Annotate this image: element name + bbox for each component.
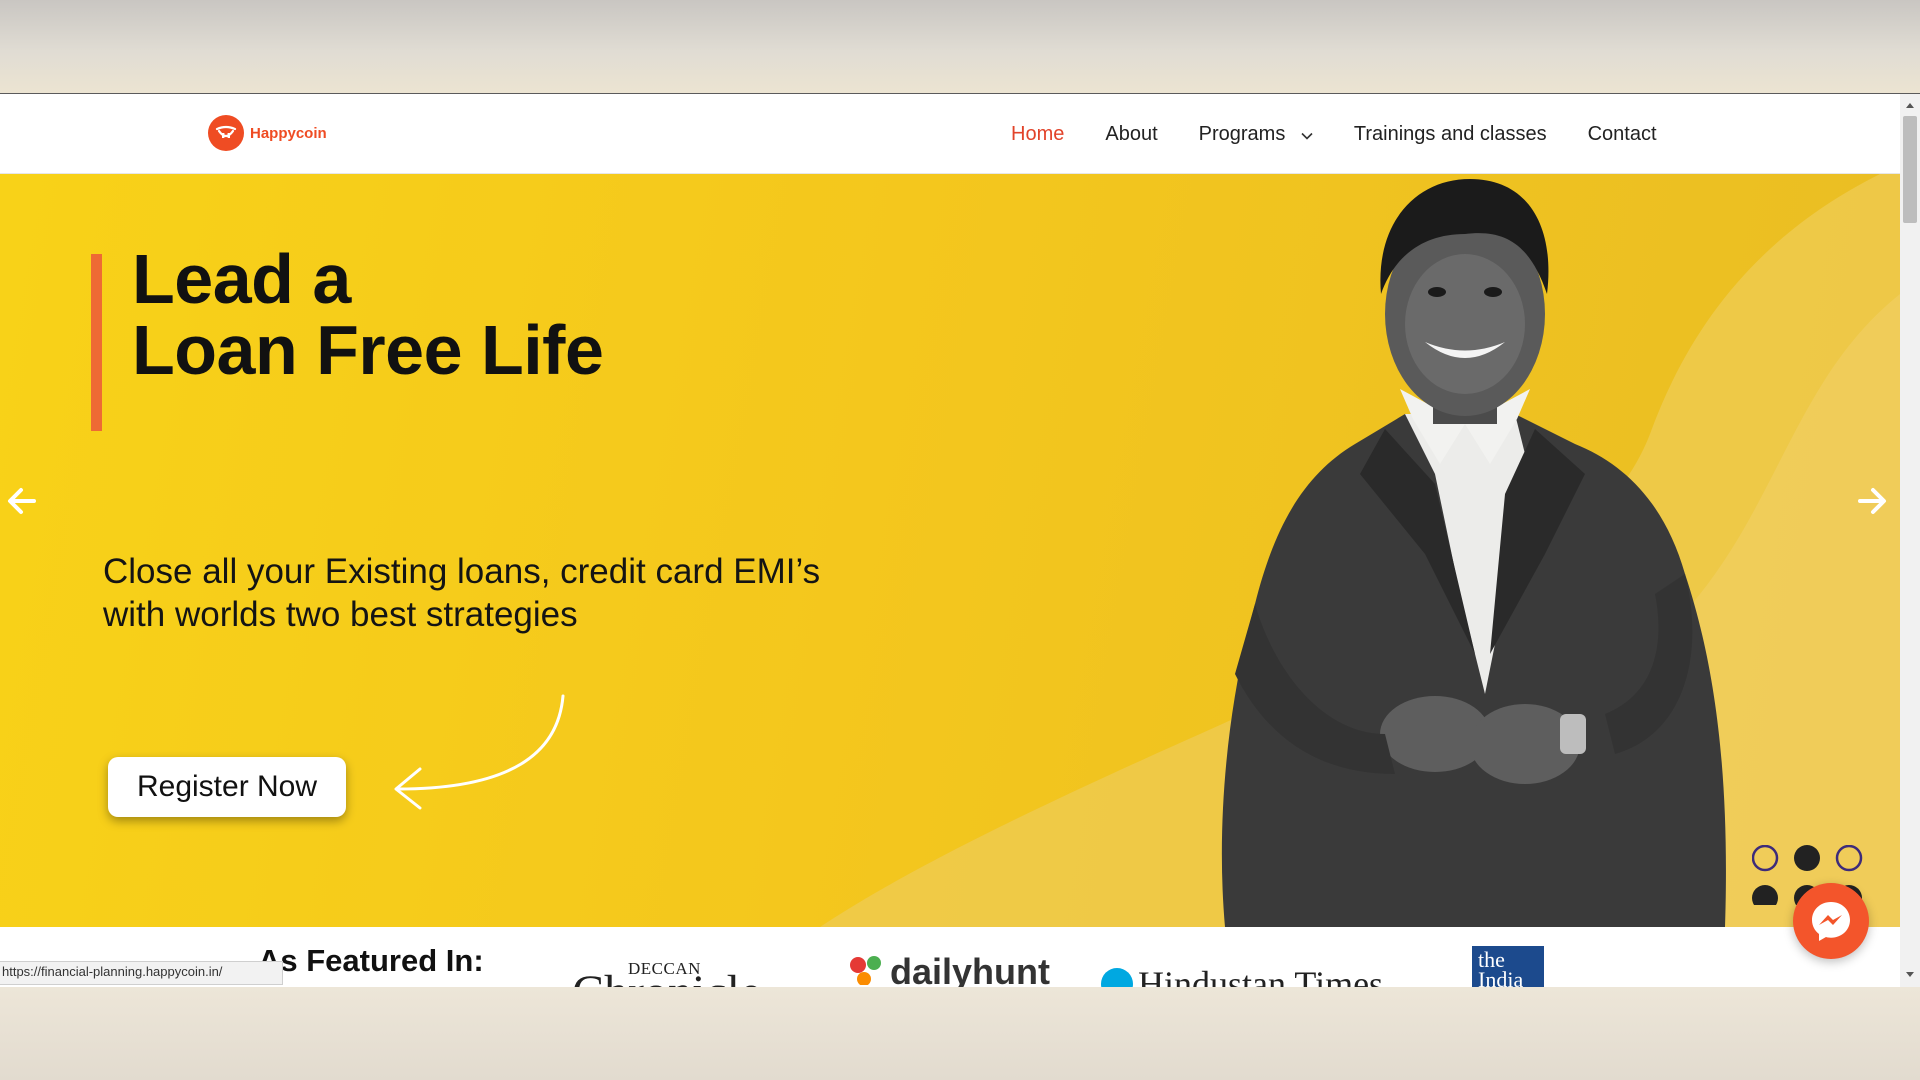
status-bar-url: https://financial-planning.happycoin.in/	[0, 961, 283, 985]
nav-contact[interactable]: Contact	[1588, 123, 1657, 146]
desktop-background-bottom	[0, 986, 1920, 1080]
hero-title: Lead a Loan Free Life	[132, 244, 604, 389]
hindustan-times-logo: Hindustan Times	[1100, 964, 1383, 987]
scroll-down-icon[interactable]	[1900, 966, 1920, 984]
scroll-up-icon[interactable]	[1900, 96, 1920, 114]
hero-subtitle: Close all your Existing loans, credit ca…	[103, 550, 820, 636]
hero-subtitle-line1: Close all your Existing loans, credit ca…	[103, 552, 821, 591]
site-logo[interactable]: Happycoin	[208, 115, 327, 151]
hindustan-times-icon	[1101, 968, 1133, 987]
hindustan-times-label: Hindustan Times	[1138, 964, 1384, 987]
hero-subtitle-line2: with worlds two best strategies	[103, 595, 578, 634]
nav-trainings[interactable]: Trainings and classes	[1354, 123, 1547, 146]
hero-accent-bar	[91, 254, 102, 431]
browser-viewport: Happycoin Home About Programs Trainings …	[0, 93, 1920, 987]
messenger-chat-button[interactable]	[1793, 883, 1869, 959]
curved-arrow-icon	[394, 694, 565, 810]
hero-slider: Lead a Loan Free Life Close all your Exi…	[0, 174, 1900, 927]
nav-programs-label: Programs	[1198, 123, 1286, 145]
register-now-button[interactable]: Register Now	[108, 757, 346, 817]
featured-in-strip: As Featured In: DECCAN Chronicle dailyhu…	[0, 927, 1900, 987]
desktop-background-top	[0, 0, 1920, 93]
hero-title-line1: Lead a	[132, 240, 351, 318]
nav-about[interactable]: About	[1105, 123, 1157, 146]
dailyhunt-label: dailyhunt	[890, 951, 1050, 987]
site-header: Happycoin Home About Programs Trainings …	[0, 94, 1900, 174]
arrow-right-icon[interactable]	[1856, 486, 1888, 516]
hero-title-line2: Loan Free Life	[132, 311, 604, 389]
vertical-scrollbar[interactable]	[1900, 94, 1920, 987]
dailyhunt-icon	[850, 956, 881, 985]
happycoin-logo-icon	[208, 115, 244, 151]
dailyhunt-logo: dailyhunt	[848, 951, 1050, 987]
the-hindu-logo: the India	[1472, 946, 1544, 987]
featured-title: As Featured In:	[258, 943, 484, 978]
scrollbar-thumb[interactable]	[1903, 116, 1917, 223]
messenger-icon	[1812, 902, 1850, 941]
main-nav: Home About Programs Trainings and classe…	[1011, 123, 1657, 146]
nav-programs[interactable]: Programs	[1199, 123, 1313, 146]
chevron-down-icon	[1301, 123, 1313, 146]
chronicle-label: Chronicle	[572, 965, 761, 987]
the-hindu-line2: India	[1478, 967, 1524, 988]
nav-home[interactable]: Home	[1011, 123, 1064, 146]
logo-text: Happycoin	[250, 124, 327, 142]
arrow-left-icon[interactable]	[6, 486, 38, 516]
hero-person-photo	[1221, 179, 1726, 927]
